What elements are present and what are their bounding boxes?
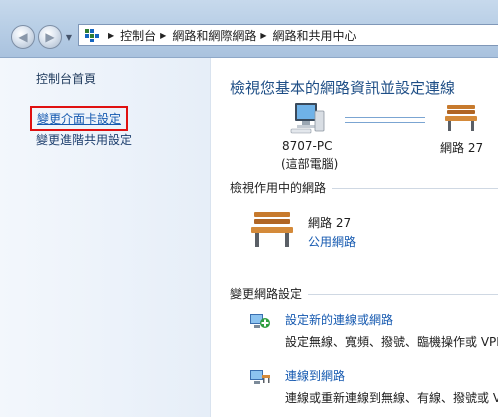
network-setup-icon (250, 314, 270, 328)
setup-new-connection-desc: 設定無線、寬頻、撥號、臨機操作或 VPN (285, 335, 498, 349)
breadcrumb-separator-icon[interactable]: ▶ (260, 31, 266, 40)
setup-new-connection-link[interactable]: 設定新的連線或網路 (285, 311, 393, 328)
change-settings-heading-text: 變更網路設定 (230, 287, 303, 301)
bench-network-icon[interactable] (443, 103, 479, 133)
main-content: 檢視您基本的網路資訊並設定連線 8707-PC (這部電腦) 網路 27 檢視作… (211, 58, 498, 417)
network-connection-line (345, 117, 425, 123)
active-networks-heading: 檢視作用中的網路 (230, 179, 498, 196)
sidebar-link-change-adapter-settings[interactable]: 變更介面卡設定 (30, 106, 129, 131)
sidebar: 控制台首頁 變更介面卡設定 變更進階共用設定 (0, 58, 211, 417)
breadcrumb-network-sharing-center[interactable]: 網路和共用中心 (273, 27, 357, 44)
change-settings-heading: 變更網路設定 (230, 285, 498, 302)
connect-to-network-desc: 連線或重新連線到無線、有線、撥號或 V (285, 391, 498, 405)
bench-network-icon (251, 212, 293, 247)
breadcrumb-separator-icon[interactable]: ▶ (160, 31, 166, 40)
forward-arrow-icon: ▶ (45, 30, 55, 44)
active-network-name: 網路 27 (308, 216, 352, 230)
connect-to-network-link[interactable]: 連線到網路 (285, 367, 345, 384)
active-network-type-link[interactable]: 公用網路 (308, 233, 356, 250)
section-divider (332, 188, 498, 189)
connect-network-icon (250, 370, 270, 384)
forward-button[interactable]: ▶ (38, 25, 62, 49)
breadcrumb-separator-icon[interactable]: ▶ (108, 31, 114, 40)
breadcrumb-control-panel[interactable]: 控制台 (120, 27, 156, 44)
recent-pages-dropdown-icon: ▼ (65, 32, 73, 42)
address-bar[interactable]: ▶ 控制台 ▶ 網路和網際網路 ▶ 網路和共用中心 (78, 24, 498, 46)
back-arrow-icon: ◀ (18, 30, 28, 44)
navigation-bar: ◀ ▶ ▼ ▶ 控制台 ▶ 網路和網際網路 ▶ 網路和共用中心 (0, 0, 498, 58)
network-map-name: 網路 27 (440, 141, 484, 155)
computer-name: 8707-PC (282, 139, 333, 153)
back-button[interactable]: ◀ (11, 25, 35, 49)
computer-icon[interactable] (289, 101, 327, 135)
recent-pages-dropdown[interactable]: ▼ (64, 31, 74, 43)
computer-subtitle: (這部電腦) (281, 157, 339, 171)
sidebar-link-change-advanced-sharing[interactable]: 變更進階共用設定 (36, 131, 132, 148)
section-divider (308, 294, 498, 295)
sidebar-link-control-panel-home[interactable]: 控制台首頁 (36, 70, 96, 87)
page-title: 檢視您基本的網路資訊並設定連線 (230, 79, 456, 97)
active-networks-heading-text: 檢視作用中的網路 (230, 181, 327, 195)
breadcrumb-network-internet[interactable]: 網路和網際網路 (172, 27, 256, 44)
control-panel-icon (85, 29, 99, 42)
